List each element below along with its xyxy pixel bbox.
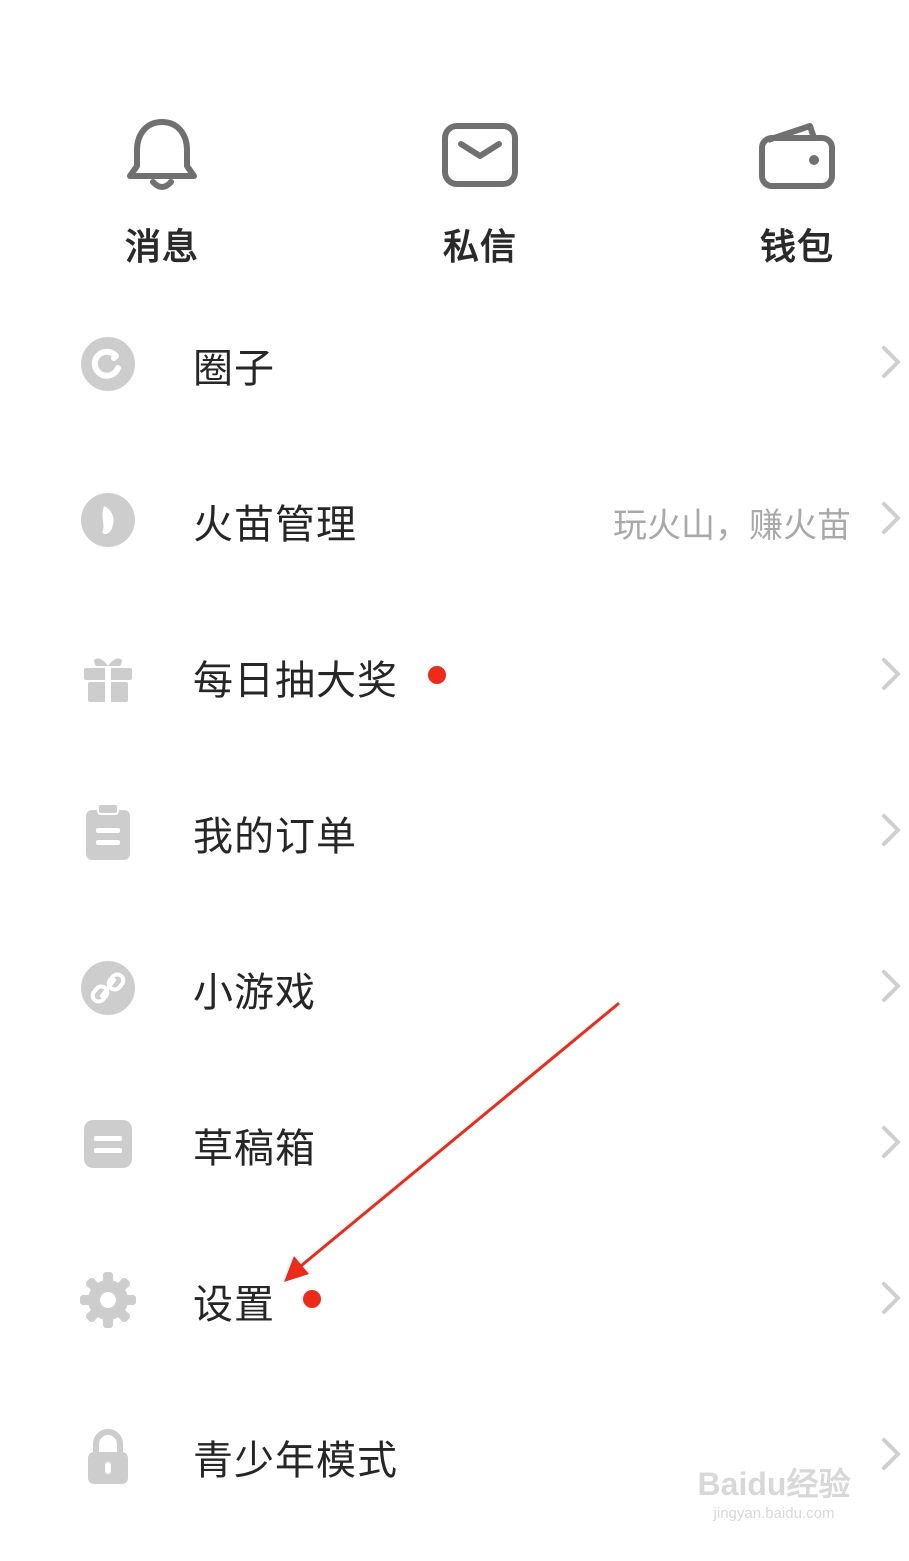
direct-messages-label: 私信 xyxy=(442,227,517,268)
menu-item-label: 每日抽大奖 xyxy=(193,658,398,704)
menu-item-drafts[interactable]: 草稿箱 xyxy=(0,1064,909,1220)
menu-item-label: 我的订单 xyxy=(193,814,357,860)
watermark-logo-text: Baidu经验 xyxy=(697,1466,851,1502)
notification-dot xyxy=(303,1290,321,1308)
chevron-right-icon xyxy=(882,1438,900,1470)
bell-icon xyxy=(127,119,197,190)
menu-item-circles[interactable]: 圈子 xyxy=(0,284,909,440)
wallet-label: 钱包 xyxy=(759,227,834,268)
menu-item-label: 青少年模式 xyxy=(193,1438,398,1484)
wallet-button[interactable]: 钱包 xyxy=(722,110,872,270)
baidu-jingyan-watermark: Baidu经验 jingyan.baidu.com xyxy=(689,1459,859,1539)
menu-item-settings[interactable]: 设置 xyxy=(0,1220,909,1376)
link-icon xyxy=(81,961,135,1015)
chevron-right-icon xyxy=(882,814,900,846)
top-actions: 消息 私信 钱包 xyxy=(0,0,909,300)
menu-item-label: 小游戏 xyxy=(193,970,316,1016)
menu-item-flame-management[interactable]: 火苗管理 玩火山，赚火苗 xyxy=(0,440,909,596)
chevron-right-icon xyxy=(882,1282,900,1314)
chevron-right-icon xyxy=(882,346,900,378)
chevron-right-icon xyxy=(882,970,900,1002)
wallet-icon xyxy=(759,123,835,189)
messages-label: 消息 xyxy=(124,227,199,268)
menu-list: 圈子 火苗管理 玩火山，赚火苗 每日抽大奖 我的订单 小游戏 草稿箱 设置 青少… xyxy=(0,284,909,1532)
circle-icon xyxy=(81,337,135,391)
flame-icon xyxy=(81,493,135,547)
gear-icon xyxy=(80,1272,136,1328)
drafts-icon xyxy=(84,1120,132,1168)
menu-item-label: 设置 xyxy=(193,1282,275,1328)
messages-button[interactable]: 消息 xyxy=(87,110,237,270)
mail-icon xyxy=(442,123,518,187)
menu-item-my-orders[interactable]: 我的订单 xyxy=(0,752,909,908)
menu-item-label: 圈子 xyxy=(193,346,275,392)
menu-item-hint: 玩火山，赚火苗 xyxy=(613,506,851,546)
menu-item-label: 火苗管理 xyxy=(193,502,357,548)
chevron-right-icon xyxy=(882,658,900,690)
notification-dot xyxy=(428,666,446,684)
menu-item-mini-games[interactable]: 小游戏 xyxy=(0,908,909,1064)
menu-item-daily-lottery[interactable]: 每日抽大奖 xyxy=(0,596,909,752)
gift-icon xyxy=(84,658,132,702)
direct-messages-button[interactable]: 私信 xyxy=(405,110,555,270)
lock-icon xyxy=(88,1429,128,1484)
menu-item-label: 草稿箱 xyxy=(193,1126,316,1172)
chevron-right-icon xyxy=(882,502,900,534)
watermark-url: jingyan.baidu.com xyxy=(713,1505,835,1522)
chevron-right-icon xyxy=(882,1126,900,1158)
clipboard-icon xyxy=(86,803,130,860)
